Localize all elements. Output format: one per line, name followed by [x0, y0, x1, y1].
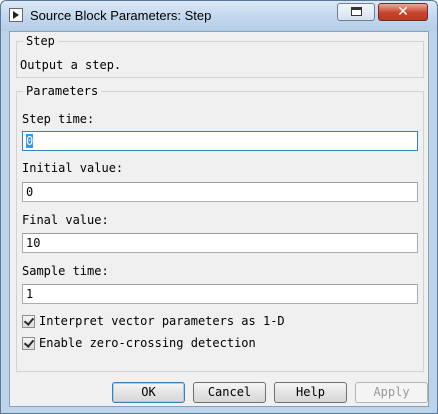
initial-value-input[interactable]: 0	[22, 182, 418, 202]
final-value-input[interactable]: 10	[22, 233, 418, 253]
title-bar[interactable]: Source Block Parameters: Step ✕	[1, 1, 437, 31]
close-icon: ✕	[397, 4, 409, 20]
sample-time-label: Sample time:	[22, 264, 109, 278]
sample-time-input[interactable]: 1	[22, 284, 418, 304]
parameters-group: Parameters	[16, 84, 424, 372]
interpret-vector-label: Interpret vector parameters as 1-D	[39, 314, 285, 328]
window-title: Source Block Parameters: Step	[30, 8, 212, 23]
step-time-input[interactable]: 0	[22, 131, 418, 151]
initial-value-value: 0	[26, 185, 34, 199]
simulink-block-icon	[9, 8, 23, 22]
initial-value-label: Initial value:	[22, 161, 124, 175]
dialog-window: Source Block Parameters: Step ✕ Step Out…	[0, 0, 438, 414]
help-button[interactable]: Help	[274, 382, 347, 403]
step-time-label: Step time:	[22, 112, 95, 126]
cancel-button[interactable]: Cancel	[193, 382, 266, 403]
restore-button[interactable]	[337, 3, 375, 21]
zero-crossing-label: Enable zero-crossing detection	[39, 336, 256, 350]
close-button[interactable]: ✕	[378, 3, 428, 21]
parameters-group-legend: Parameters	[26, 84, 99, 98]
step-time-value: 0	[26, 134, 34, 148]
step-group-legend: Step	[26, 34, 55, 48]
sample-time-value: 1	[26, 287, 34, 301]
block-description: Output a step.	[20, 58, 122, 72]
ok-button[interactable]: OK	[112, 382, 185, 403]
interpret-vector-checkbox[interactable]	[22, 315, 35, 328]
apply-button[interactable]: Apply	[355, 382, 428, 403]
zero-crossing-checkbox[interactable]	[22, 337, 35, 350]
restore-icon	[351, 7, 362, 16]
final-value-value: 10	[26, 236, 41, 250]
dialog-body: Step Output a step. Parameters Step time…	[9, 31, 429, 407]
final-value-label: Final value:	[22, 213, 109, 227]
